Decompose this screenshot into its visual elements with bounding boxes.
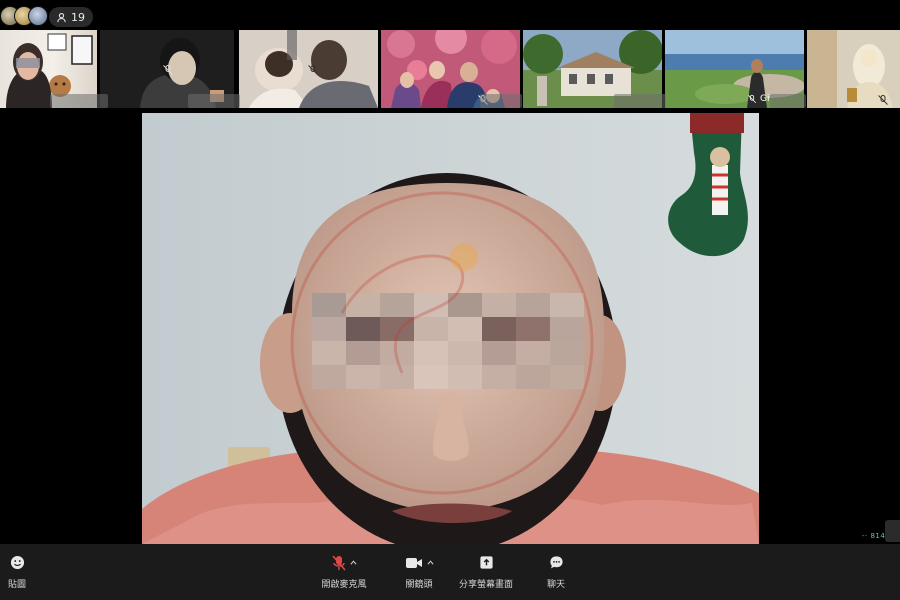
mic-off-icon [331,554,346,571]
share-screen-button[interactable]: 分享螢幕畫面 [456,544,516,600]
people-icon [57,12,66,22]
connection-status: -· 814 [862,532,886,540]
side-panel-handle[interactable] [885,520,900,542]
chat-label: 聊天 [546,579,565,590]
speaker-video-frame [142,113,759,544]
mic-off-icon [878,95,888,105]
camera-label: 關鏡頭 [405,579,433,590]
share-screen-label: 分享螢幕畫面 [458,579,513,590]
blurred-name [614,94,666,108]
mic-label: 開啟麥克風 [321,579,367,590]
video-camera-icon [405,557,422,568]
mic-button[interactable]: 開啟麥克風 [318,544,370,600]
reactions-label: 貼圖 [7,579,26,590]
mic-off-icon [308,65,318,75]
mic-off-icon [747,94,757,104]
participant-avatars[interactable] [0,6,52,28]
main-speaker-video[interactable] [142,113,759,544]
participant-count-badge[interactable]: 19 [49,7,93,27]
participant-name-text: Gi [760,94,770,104]
chat-button[interactable]: 聊天 [542,544,570,600]
blurred-name [50,94,108,108]
chevron-up-icon[interactable] [426,559,434,566]
participant-tile[interactable] [239,30,378,108]
screen-share-icon [479,556,493,569]
participant-name: Gi [743,92,773,106]
chat-bubble-icon [549,556,563,569]
chevron-up-icon[interactable] [349,559,357,566]
avatar [28,6,48,26]
participant-tile[interactable] [807,30,900,108]
meeting-toolbar: 貼圖 開啟麥克風 關鏡頭 分享螢幕畫面 聊天 [0,544,900,600]
blurred-name [188,94,240,108]
mic-off-icon [163,65,173,75]
reactions-button[interactable]: 貼圖 [2,544,32,600]
smiley-icon [10,555,24,570]
participant-count: 19 [71,10,85,24]
camera-button[interactable]: 關鏡頭 [398,544,440,600]
blurred-name [480,94,522,108]
blurred-name [770,94,806,108]
